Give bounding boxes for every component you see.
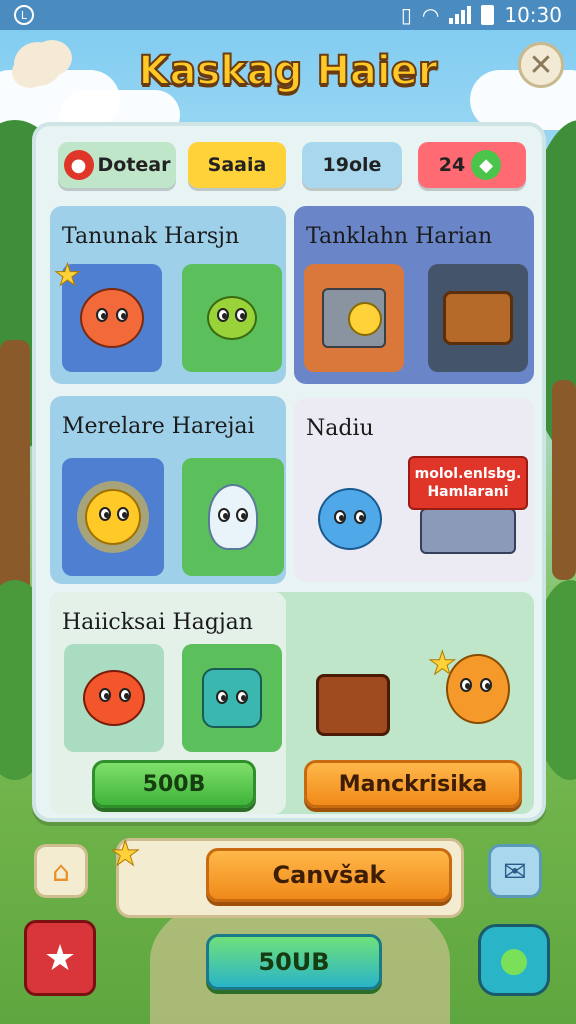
notification-icon: L xyxy=(14,5,34,25)
vibrate-icon: ▯ xyxy=(400,3,412,27)
mail-icon: ✉ xyxy=(503,854,527,888)
status-bar: L ▯ ◠ 10:30 xyxy=(0,0,576,30)
home-icon: ⌂ xyxy=(52,854,70,888)
section-haiicksai: Haiicksai Hagjan ★ 500B Manckrisika xyxy=(50,592,534,814)
section-title: Merelare Harejai xyxy=(62,414,255,439)
coin-star-icon: ★ xyxy=(109,834,141,875)
item-tile-chest[interactable] xyxy=(428,264,528,372)
buy-500b-button[interactable]: 500B xyxy=(92,760,256,808)
chip-dotear[interactable]: ● Dotear xyxy=(58,142,176,188)
turtle-button[interactable]: ● xyxy=(478,924,550,996)
badge-icon: ★ xyxy=(43,937,77,979)
section-tanunak: Tanunak Harsjn ★ xyxy=(50,206,286,384)
mail-button[interactable]: ✉ xyxy=(488,844,542,898)
sun-icon xyxy=(85,489,141,545)
item-tile-box[interactable] xyxy=(304,264,404,372)
manckrisika-button[interactable]: Manckrisika xyxy=(304,760,522,808)
close-icon: ✕ xyxy=(528,47,554,83)
section-merelare: Merelare Harejai xyxy=(50,396,286,584)
play-50ub-button[interactable]: 50UB xyxy=(206,934,382,990)
home-button[interactable]: ⌂ xyxy=(34,844,88,898)
star-icon: ★ xyxy=(54,258,82,294)
battery-icon xyxy=(481,5,495,25)
signal-icon xyxy=(449,6,472,24)
character-tile-green[interactable] xyxy=(182,264,282,372)
section-title: Haiicksai Hagjan xyxy=(62,610,253,635)
section-title: Tanklahn Harian xyxy=(306,224,493,249)
character-tile-boy[interactable]: ★ xyxy=(54,258,162,372)
wifi-icon: ◠ xyxy=(421,3,440,27)
section-tanklahn: Tanklahn Harian xyxy=(294,206,534,384)
chip-label: 19ole xyxy=(322,154,382,176)
camera-chest-icon[interactable] xyxy=(316,674,390,736)
character-tile-ghost[interactable] xyxy=(182,458,284,576)
close-button[interactable]: ✕ xyxy=(518,42,564,88)
badge-line-1: molol.enlsbg. xyxy=(414,466,522,482)
clock: 10:30 xyxy=(504,3,562,27)
page-title: Kaskag Haier xyxy=(138,47,439,95)
chip-24[interactable]: 24 ◆ xyxy=(418,142,526,188)
chest-icon xyxy=(443,291,513,345)
character-tile-robot[interactable] xyxy=(182,644,282,752)
gem-icon: ◆ xyxy=(471,150,502,180)
camera-device-icon[interactable] xyxy=(420,508,516,554)
main-panel: ● Dotear Saaia 19ole 24 ◆ Tanunak Harsjn… xyxy=(32,122,546,822)
chip-label: Dotear xyxy=(97,154,171,176)
badge-line-2: Hamlarani xyxy=(427,484,509,500)
promo-badge[interactable]: molol.enlsbg. Hamlarani xyxy=(408,456,528,510)
section-title: Nadiu xyxy=(306,416,374,441)
section-title: Tanunak Harsjn xyxy=(62,224,240,249)
chip-label: 24 xyxy=(438,154,466,176)
canvsak-button[interactable]: Canvšak xyxy=(206,848,452,902)
chip-saaia[interactable]: Saaia xyxy=(188,142,286,188)
blue-blob-character[interactable] xyxy=(318,488,382,550)
character-tile-sun[interactable] xyxy=(62,458,164,576)
chip-label: Saaia xyxy=(207,154,267,176)
chip-19ole[interactable]: 19ole xyxy=(302,142,402,188)
character-tile-bear[interactable] xyxy=(64,644,164,752)
angry-face-icon: ● xyxy=(63,150,94,180)
star-icon: ★ xyxy=(428,644,458,683)
achievements-button[interactable]: ★ xyxy=(24,920,96,996)
turtle-icon: ● xyxy=(499,940,529,980)
